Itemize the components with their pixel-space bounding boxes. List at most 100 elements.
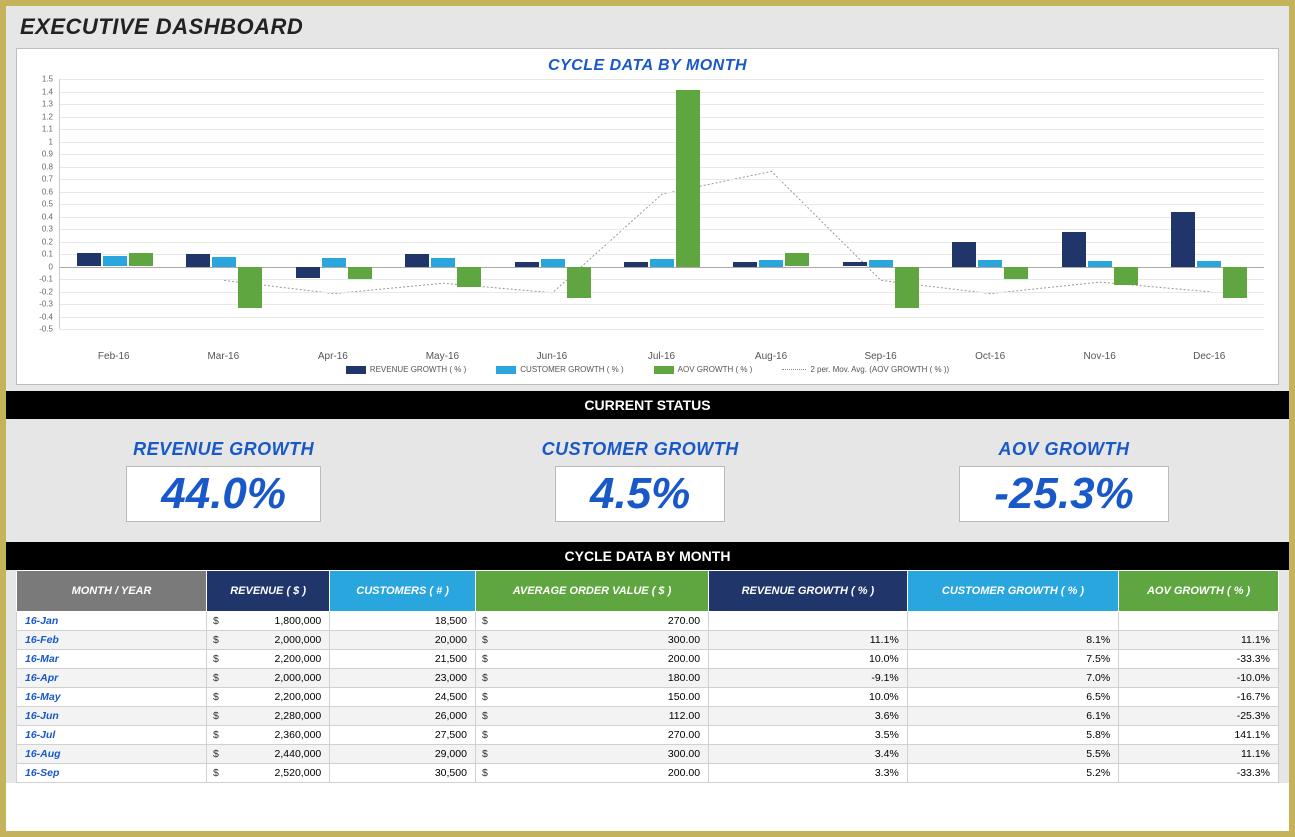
cell-cust-growth: 7.0% (907, 669, 1118, 688)
cell-aov-growth: -16.7% (1119, 688, 1279, 707)
chart-bar (624, 262, 648, 266)
cell-rev-growth: 11.1% (709, 631, 908, 650)
status-value-customer: 4.5% (590, 469, 690, 518)
cell-aov-growth: 11.1% (1119, 745, 1279, 764)
chart-bar (733, 262, 757, 266)
cell-customers: 27,500 (330, 726, 476, 745)
chart-bar (843, 262, 867, 266)
cell-revenue: $2,520,000 (207, 764, 330, 783)
legend-movavg-label: 2 per. Mov. Avg. (AOV GROWTH ( % )) (810, 365, 949, 374)
status-grid: REVENUE GROWTH 44.0% CUSTOMER GROWTH 4.5… (6, 419, 1289, 542)
chart-bar (129, 253, 153, 267)
cell-rev-growth: 10.0% (709, 650, 908, 669)
chart-x-label: Oct-16 (975, 351, 1005, 362)
status-box-customer: 4.5% (555, 466, 725, 522)
cell-cust-growth: 6.5% (907, 688, 1118, 707)
table-section: MONTH / YEAR REVENUE ( $ ) CUSTOMERS ( #… (6, 570, 1289, 783)
chart-x-label: Apr-16 (318, 351, 348, 362)
chart-bar (952, 242, 976, 267)
chart-x-label: Mar-16 (207, 351, 239, 362)
cell-aov: $300.00 (475, 745, 708, 764)
legend-aov-label: AOV GROWTH ( % ) (678, 365, 753, 374)
legend-customer: CUSTOMER GROWTH ( % ) (496, 365, 623, 374)
th-aov: AVERAGE ORDER VALUE ( $ ) (475, 571, 708, 612)
chart-x-label: Feb-16 (98, 351, 130, 362)
cell-rev-growth: 3.6% (709, 707, 908, 726)
header: EXECUTIVE DASHBOARD (6, 6, 1289, 48)
chart-bar (759, 260, 783, 267)
chart-bar (1197, 261, 1221, 267)
chart-plot (59, 79, 1264, 329)
cell-month: 16-May (17, 688, 207, 707)
status-box-revenue: 44.0% (126, 466, 321, 522)
cell-customers: 18,500 (330, 612, 476, 631)
cell-month: 16-Jul (17, 726, 207, 745)
chart-bar (978, 260, 1002, 266)
cell-month: 16-Sep (17, 764, 207, 783)
cell-aov-growth: -33.3% (1119, 650, 1279, 669)
swatch-revenue-icon (346, 366, 366, 374)
chart-bar (296, 267, 320, 278)
cell-rev-growth: 3.3% (709, 764, 908, 783)
cell-revenue: $2,280,000 (207, 707, 330, 726)
cell-revenue: $2,200,000 (207, 650, 330, 669)
chart-legend: REVENUE GROWTH ( % ) CUSTOMER GROWTH ( %… (17, 359, 1278, 384)
cell-cust-growth: 5.8% (907, 726, 1118, 745)
chart-bar (567, 267, 591, 299)
cell-month: 16-Jan (17, 612, 207, 631)
cell-aov: $270.00 (475, 612, 708, 631)
chart-plot-area: -0.5-0.4-0.3-0.2-0.100.10.20.30.40.50.60… (27, 79, 1268, 359)
cell-customers: 30,500 (330, 764, 476, 783)
table-header-row: MONTH / YEAR REVENUE ( $ ) CUSTOMERS ( #… (17, 571, 1279, 612)
swatch-movavg-icon (782, 369, 806, 370)
cell-month: 16-Mar (17, 650, 207, 669)
cell-rev-growth: 10.0% (709, 688, 908, 707)
cell-customers: 21,500 (330, 650, 476, 669)
chart-bar (515, 262, 539, 267)
th-rev-growth: REVENUE GROWTH ( % ) (709, 571, 908, 612)
cell-revenue: $2,360,000 (207, 726, 330, 745)
legend-revenue: REVENUE GROWTH ( % ) (346, 365, 466, 374)
chart-bar (541, 259, 565, 267)
cell-revenue: $1,800,000 (207, 612, 330, 631)
table-row: 16-Sep$2,520,00030,500$200.003.3%5.2%-33… (17, 764, 1279, 783)
cell-aov-growth: -33.3% (1119, 764, 1279, 783)
status-label-aov: AOV GROWTH (959, 439, 1168, 460)
table-row: 16-Aug$2,440,00029,000$300.003.4%5.5%11.… (17, 745, 1279, 764)
cell-rev-growth: -9.1% (709, 669, 908, 688)
cell-revenue: $2,000,000 (207, 669, 330, 688)
swatch-aov-icon (654, 366, 674, 374)
chart-bar (348, 267, 372, 280)
chart-bar (103, 256, 127, 266)
cell-cust-growth (907, 612, 1118, 631)
cell-customers: 26,000 (330, 707, 476, 726)
th-cust-growth: CUSTOMER GROWTH ( % ) (907, 571, 1118, 612)
table-row: 16-Feb$2,000,00020,000$300.0011.1%8.1%11… (17, 631, 1279, 650)
table-row: 16-Jan$1,800,00018,500$270.00 (17, 612, 1279, 631)
chart-x-label: Sep-16 (864, 351, 896, 362)
cell-cust-growth: 8.1% (907, 631, 1118, 650)
section-bar-status: CURRENT STATUS (6, 391, 1289, 419)
chart-x-label: Jun-16 (537, 351, 568, 362)
legend-customer-label: CUSTOMER GROWTH ( % ) (520, 365, 623, 374)
chart-bar (212, 257, 236, 266)
chart-x-label: May-16 (426, 351, 459, 362)
status-box-aov: -25.3% (959, 466, 1168, 522)
th-customers: CUSTOMERS ( # ) (330, 571, 476, 612)
chart-bar (1062, 232, 1086, 267)
cell-aov-growth (1119, 612, 1279, 631)
status-label-revenue: REVENUE GROWTH (126, 439, 321, 460)
cell-aov: $270.00 (475, 726, 708, 745)
status-card-aov: AOV GROWTH -25.3% (959, 439, 1168, 522)
th-month: MONTH / YEAR (17, 571, 207, 612)
chart-panel: CYCLE DATA BY MONTH -0.5-0.4-0.3-0.2-0.1… (16, 48, 1279, 385)
chart-bar (405, 254, 429, 267)
cell-cust-growth: 5.5% (907, 745, 1118, 764)
chart-bar (785, 253, 809, 267)
cell-month: 16-Apr (17, 669, 207, 688)
chart-x-label: Nov-16 (1084, 351, 1116, 362)
cell-cust-growth: 7.5% (907, 650, 1118, 669)
chart-bar (431, 258, 455, 266)
chart-bar (1223, 267, 1247, 299)
cell-aov-growth: 141.1% (1119, 726, 1279, 745)
